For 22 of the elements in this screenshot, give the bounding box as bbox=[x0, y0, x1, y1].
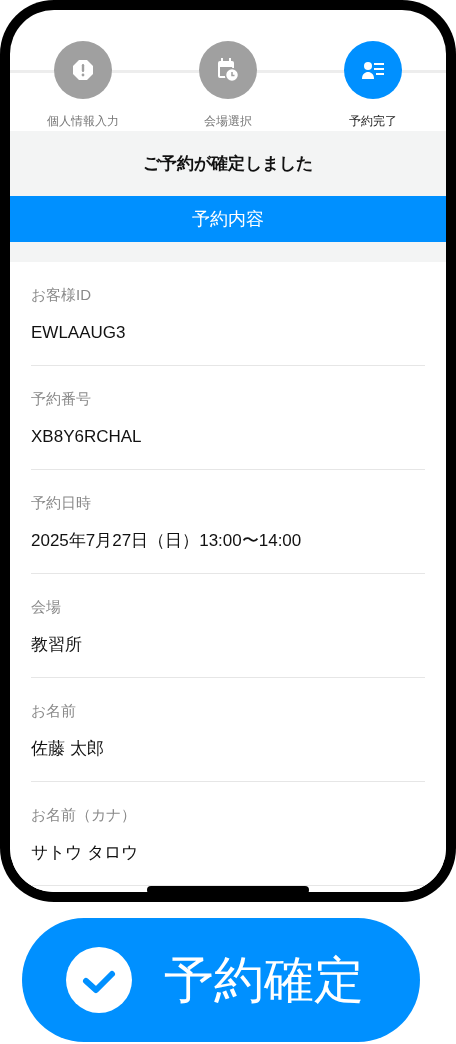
field-value: XB8Y6RCHAL bbox=[31, 426, 143, 448]
field-value: 2025年7月27日（日）13:00〜14:00 bbox=[31, 530, 303, 552]
field-value: サトウ タロウ bbox=[31, 842, 139, 864]
calendar-clock-icon bbox=[217, 58, 239, 82]
field-value: EWLAAUG3 bbox=[31, 322, 127, 344]
field-label: 予約日時 bbox=[31, 493, 92, 513]
field-label: お名前（カナ） bbox=[31, 805, 137, 825]
confirmation-message: ご予約が確定しました bbox=[143, 152, 313, 175]
step-label: 個人情報入力 bbox=[46, 113, 119, 130]
step-label: 予約完了 bbox=[349, 113, 398, 130]
check-icon bbox=[66, 947, 132, 1013]
field-value: 教習所 bbox=[31, 634, 83, 656]
section-title: 予約内容 bbox=[192, 207, 264, 231]
step-label: 会場選択 bbox=[204, 113, 252, 130]
field-label: 予約番号 bbox=[31, 389, 92, 409]
field-value: 佐藤 太郎 bbox=[31, 738, 105, 760]
person-list-icon bbox=[362, 61, 385, 79]
field-label: お名前 bbox=[31, 701, 77, 721]
field-label: お客様ID bbox=[31, 285, 92, 305]
confirm-button[interactable]: 予約確定 bbox=[22, 918, 420, 1042]
alert-icon bbox=[71, 59, 94, 81]
field-label: 会場 bbox=[31, 597, 62, 617]
